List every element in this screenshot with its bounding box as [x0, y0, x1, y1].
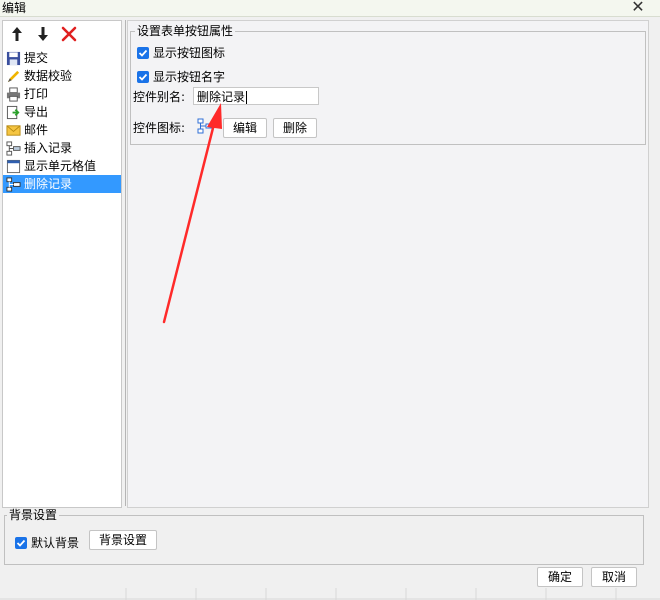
save-icon: [5, 50, 21, 66]
list-item-label: 显示单元格值: [24, 159, 97, 173]
control-icon-preview: [197, 118, 215, 136]
list-item-label: 删除记录: [24, 177, 73, 191]
default-background-checkbox[interactable]: [15, 536, 27, 549]
alias-label: 控件别名:: [133, 90, 186, 104]
close-icon: ✕: [631, 0, 645, 16]
arrow-up-icon: [12, 27, 22, 41]
alias-value: 删除记录: [197, 90, 246, 104]
properties-panel: 设置表单按钮属性 显示按钮图标 显示按钮名字 控件别名: 删除记录 控件图标: …: [127, 20, 649, 508]
cancel-button[interactable]: 取消: [591, 567, 637, 587]
list-item-insert-record[interactable]: 插入记录: [3, 139, 121, 157]
list-item-label: 插入记录: [24, 141, 73, 155]
panel-splitter[interactable]: [125, 20, 126, 506]
icon-label: 控件图标:: [133, 121, 186, 135]
list-item-mail[interactable]: 邮件: [3, 121, 121, 139]
default-background-row[interactable]: 默认背景: [15, 534, 79, 551]
button-properties-group: 设置表单按钮属性 显示按钮图标 显示按钮名字 控件别名: 删除记录 控件图标: …: [130, 24, 646, 145]
list-item-label: 数据校验: [24, 69, 73, 83]
arrow-down-icon: [38, 27, 48, 41]
background-group-title: 背景设置: [7, 508, 60, 522]
button-list: 提交 数据校验 打印 导出 邮件 插入记录 显示单元格值 删除记录: [3, 49, 121, 193]
show-icon-checkbox[interactable]: [137, 46, 149, 59]
list-item-label: 邮件: [24, 123, 49, 137]
mail-icon: [5, 122, 21, 138]
delete-item-button[interactable]: [59, 24, 79, 44]
show-name-label: 显示按钮名字: [153, 70, 226, 84]
list-item-submit[interactable]: 提交: [3, 49, 121, 67]
cell-icon: [5, 158, 21, 174]
delete-record-icon: [197, 118, 214, 134]
list-item-show-cell-value[interactable]: 显示单元格值: [3, 157, 121, 175]
move-up-button[interactable]: [7, 24, 27, 44]
pencil-icon: [5, 68, 21, 84]
edit-icon-button[interactable]: 编辑: [223, 118, 267, 138]
show-name-checkbox[interactable]: [137, 70, 149, 83]
delete-icon-button[interactable]: 删除: [273, 118, 317, 138]
list-item-label: 提交: [24, 51, 49, 65]
button-list-panel: 提交 数据校验 打印 导出 邮件 插入记录 显示单元格值 删除记录: [2, 20, 122, 508]
list-toolbar: [3, 21, 121, 47]
alias-input[interactable]: 删除记录: [193, 87, 319, 105]
background-grid: [0, 588, 660, 600]
insert-record-icon: [5, 140, 21, 156]
list-item-label: 导出: [24, 105, 49, 119]
show-icon-label: 显示按钮图标: [153, 46, 226, 60]
checkmark-icon: [16, 539, 26, 547]
delete-record-icon: [5, 176, 21, 192]
export-icon: [5, 104, 21, 120]
list-item-delete-record[interactable]: 删除记录: [3, 175, 121, 193]
delete-x-icon: [61, 26, 77, 42]
window-title: 编辑: [2, 1, 27, 15]
title-bar: 编辑 ✕: [0, 0, 660, 17]
background-settings-group: 背景设置 默认背景 背景设置: [4, 508, 644, 565]
checkmark-icon: [138, 73, 148, 81]
show-name-checkbox-row[interactable]: 显示按钮名字: [137, 68, 225, 85]
group-title: 设置表单按钮属性: [135, 24, 236, 38]
background-settings-button[interactable]: 背景设置: [89, 530, 157, 550]
list-item-validate[interactable]: 数据校验: [3, 67, 121, 85]
list-item-export[interactable]: 导出: [3, 103, 121, 121]
printer-icon: [5, 86, 21, 102]
move-down-button[interactable]: [33, 24, 53, 44]
text-caret: [246, 91, 248, 104]
checkmark-icon: [138, 49, 148, 57]
ok-button[interactable]: 确定: [537, 567, 583, 587]
list-item-print[interactable]: 打印: [3, 85, 121, 103]
show-icon-checkbox-row[interactable]: 显示按钮图标: [137, 44, 225, 61]
list-item-label: 打印: [24, 87, 49, 101]
default-background-label: 默认背景: [31, 536, 80, 550]
close-button[interactable]: ✕: [630, 0, 646, 15]
